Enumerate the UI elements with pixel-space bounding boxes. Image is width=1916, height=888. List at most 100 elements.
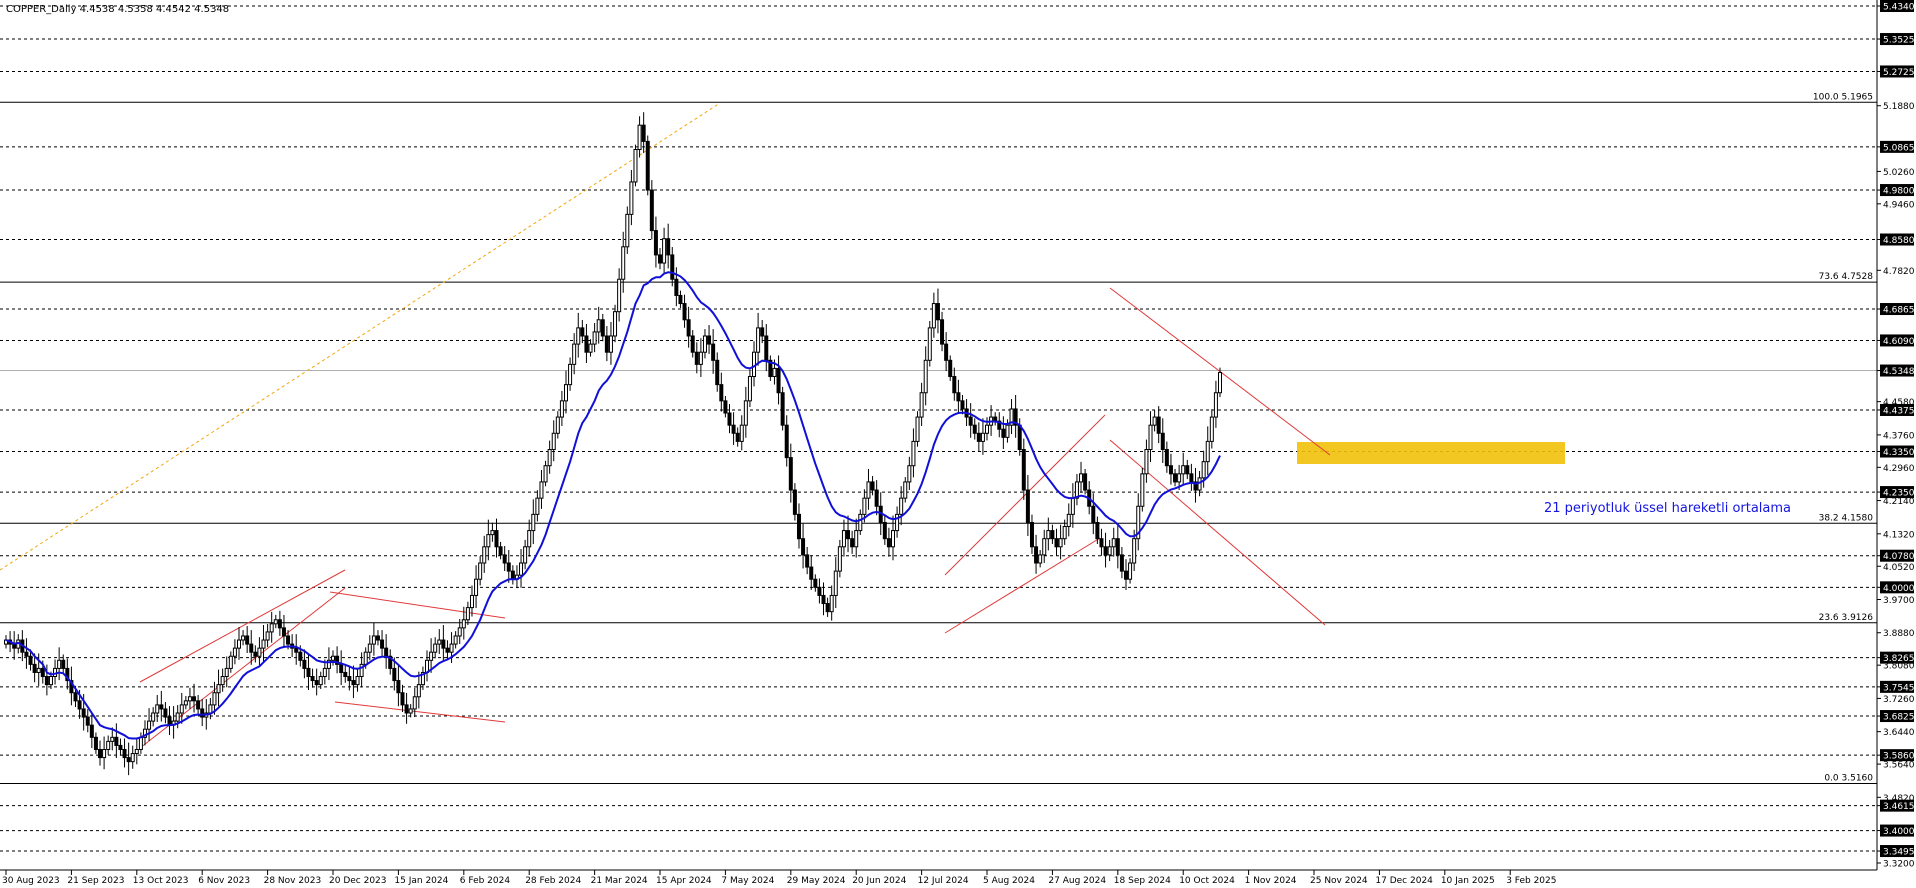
candle-body (678, 294, 683, 305)
candle-body (1017, 424, 1022, 450)
candle-body (1021, 448, 1026, 491)
candle-body (690, 335, 695, 353)
candle-body (956, 392, 961, 402)
candle-body (1201, 461, 1206, 479)
candle-body (1132, 538, 1137, 564)
candle-body (1189, 473, 1194, 483)
candle-body (801, 538, 806, 556)
candle-body (780, 392, 785, 426)
candle-body (498, 546, 503, 556)
candle-body (645, 140, 650, 191)
candle-body (192, 696, 197, 702)
price-tick-label: 3.9700 (1883, 596, 1915, 606)
candle-body (224, 667, 229, 678)
candle-body (1119, 554, 1124, 572)
candle-body (265, 631, 270, 641)
candle-body (547, 448, 552, 467)
candle-body (621, 246, 626, 280)
date-tick-label: 7 May 2024 (721, 876, 774, 886)
candle-body (343, 671, 348, 678)
candle-body (1042, 538, 1047, 556)
candle-body (813, 578, 818, 588)
candle-body (1152, 416, 1157, 426)
date-tick-label: 28 Nov 2023 (264, 876, 322, 886)
candle-body (355, 676, 360, 686)
candle-body (167, 716, 172, 726)
candle-body (1079, 473, 1084, 483)
candle-body (36, 667, 41, 673)
candle-body (412, 696, 417, 710)
candle-body (114, 736, 119, 746)
candle-body (375, 635, 380, 641)
candle-body (314, 680, 319, 686)
candle-body (482, 546, 487, 564)
date-tick-label: 20 Dec 2023 (329, 876, 387, 886)
candle-body (465, 607, 470, 621)
candle-body (923, 359, 928, 394)
candle-body (159, 704, 164, 710)
candle-body (1025, 489, 1030, 523)
candle-body (122, 748, 127, 759)
candle-body (306, 667, 311, 678)
candle-body (919, 392, 924, 418)
candle-body (1107, 546, 1112, 556)
candle-body (179, 704, 184, 714)
date-tick-label: 27 Aug 2024 (1048, 876, 1106, 886)
date-tick-label: 30 Aug 2023 (2, 876, 60, 886)
candle-body (817, 586, 822, 596)
price-tick-label: 4.6090 (1883, 337, 1915, 347)
candle-body (985, 424, 990, 434)
price-tick-label: 3.5640 (1883, 761, 1915, 771)
price-tick-label: 3.8880 (1883, 629, 1915, 639)
candle-body (604, 335, 609, 353)
candle-body (384, 647, 389, 657)
candle-body (1058, 538, 1063, 548)
candle-body (551, 432, 556, 450)
candle-body (972, 424, 977, 434)
candle-body (976, 432, 981, 442)
candle-body (600, 319, 605, 337)
candle-body (494, 530, 499, 548)
candle-body (40, 667, 45, 678)
candle-body (1185, 465, 1190, 475)
candle-body (596, 319, 601, 333)
candle-body (48, 676, 53, 686)
candle-body (457, 627, 462, 637)
candle-body (662, 238, 667, 264)
price-tick-label: 4.2960 (1883, 464, 1915, 474)
candle-body (772, 367, 777, 378)
candle-body (506, 562, 511, 572)
candle-body (653, 230, 658, 256)
date-tick-label: 3 Feb 2025 (1506, 876, 1556, 886)
candle-body (531, 513, 536, 532)
date-tick-label: 15 Jan 2024 (394, 876, 448, 886)
candle-body (1054, 538, 1059, 548)
candle (1140, 467, 1145, 512)
date-tick-label: 1 Nov 2024 (1245, 876, 1297, 886)
candle-body (392, 667, 397, 682)
candle-body (731, 424, 736, 434)
candle-body (686, 319, 691, 337)
price-tick-label: 4.6865 (1883, 306, 1915, 316)
candle-body (1148, 424, 1153, 450)
candle-body (952, 376, 957, 394)
candle-body (527, 530, 532, 548)
price-tick-label: 3.6440 (1883, 728, 1915, 738)
candle-body (449, 643, 454, 653)
candle-body (474, 578, 479, 596)
price-tick-label: 4.7820 (1883, 267, 1915, 277)
candle (1218, 367, 1222, 398)
candle (780, 386, 785, 431)
candle-body (257, 647, 262, 657)
candle-body (927, 327, 932, 361)
candle-body (846, 530, 851, 540)
candle-body (559, 400, 564, 418)
candle-body (1140, 473, 1145, 507)
candle-body (841, 530, 846, 548)
candle-body (944, 343, 949, 361)
candle-body (637, 124, 642, 151)
candle-body (535, 497, 540, 515)
candle-body (1144, 448, 1149, 475)
price-chart[interactable]: 100.0 5.1965 73.6 4.7528 38.2 4.1580 23.6 3… (0, 0, 1916, 888)
candle-body (44, 676, 49, 686)
